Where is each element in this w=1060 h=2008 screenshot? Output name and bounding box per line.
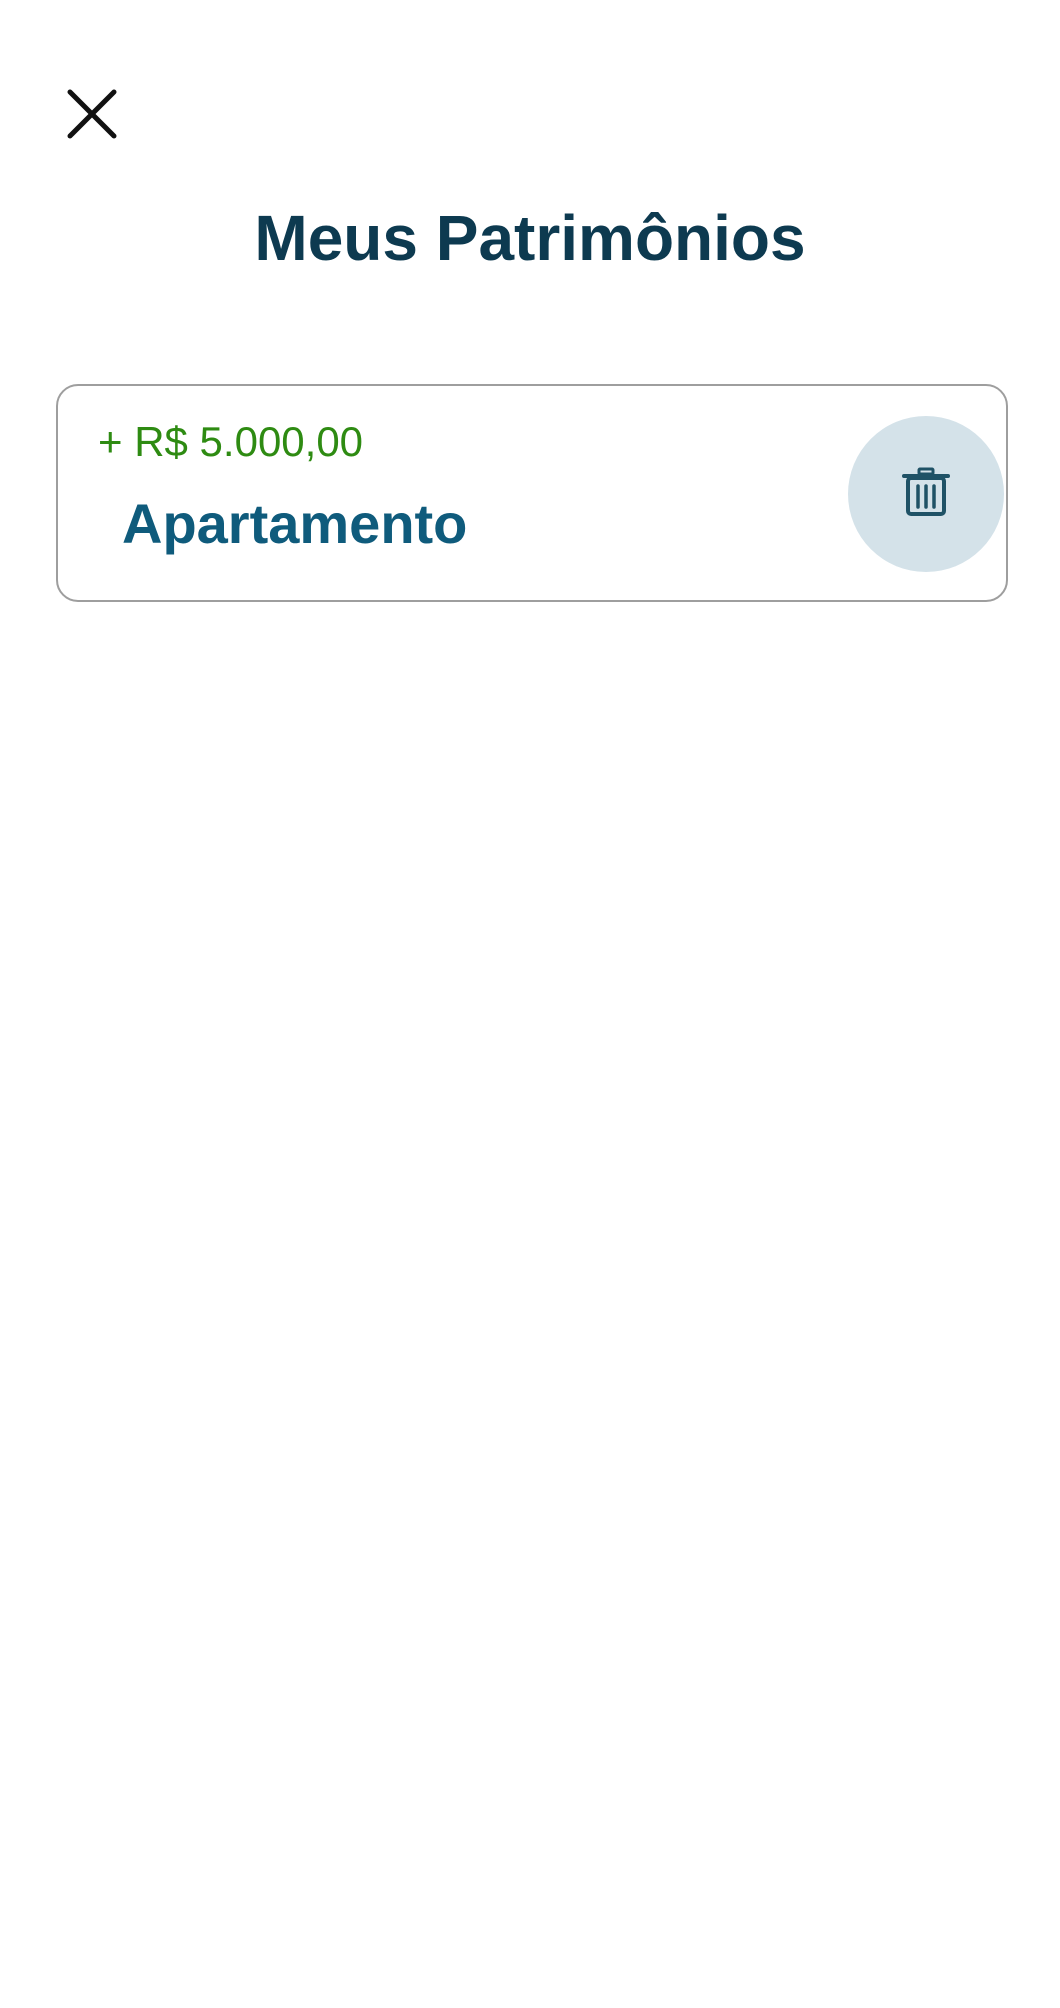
close-button[interactable] xyxy=(62,86,122,146)
delete-asset-button[interactable] xyxy=(848,416,1004,572)
asset-name: Apartamento xyxy=(122,492,468,555)
page-title: Meus Patrimônios xyxy=(254,202,806,274)
close-icon xyxy=(66,88,118,145)
asset-card[interactable]: + R$ 5.000,00 Apartamento xyxy=(56,384,1008,602)
trash-icon xyxy=(898,464,954,525)
asset-value: + R$ 5.000,00 xyxy=(98,418,364,465)
